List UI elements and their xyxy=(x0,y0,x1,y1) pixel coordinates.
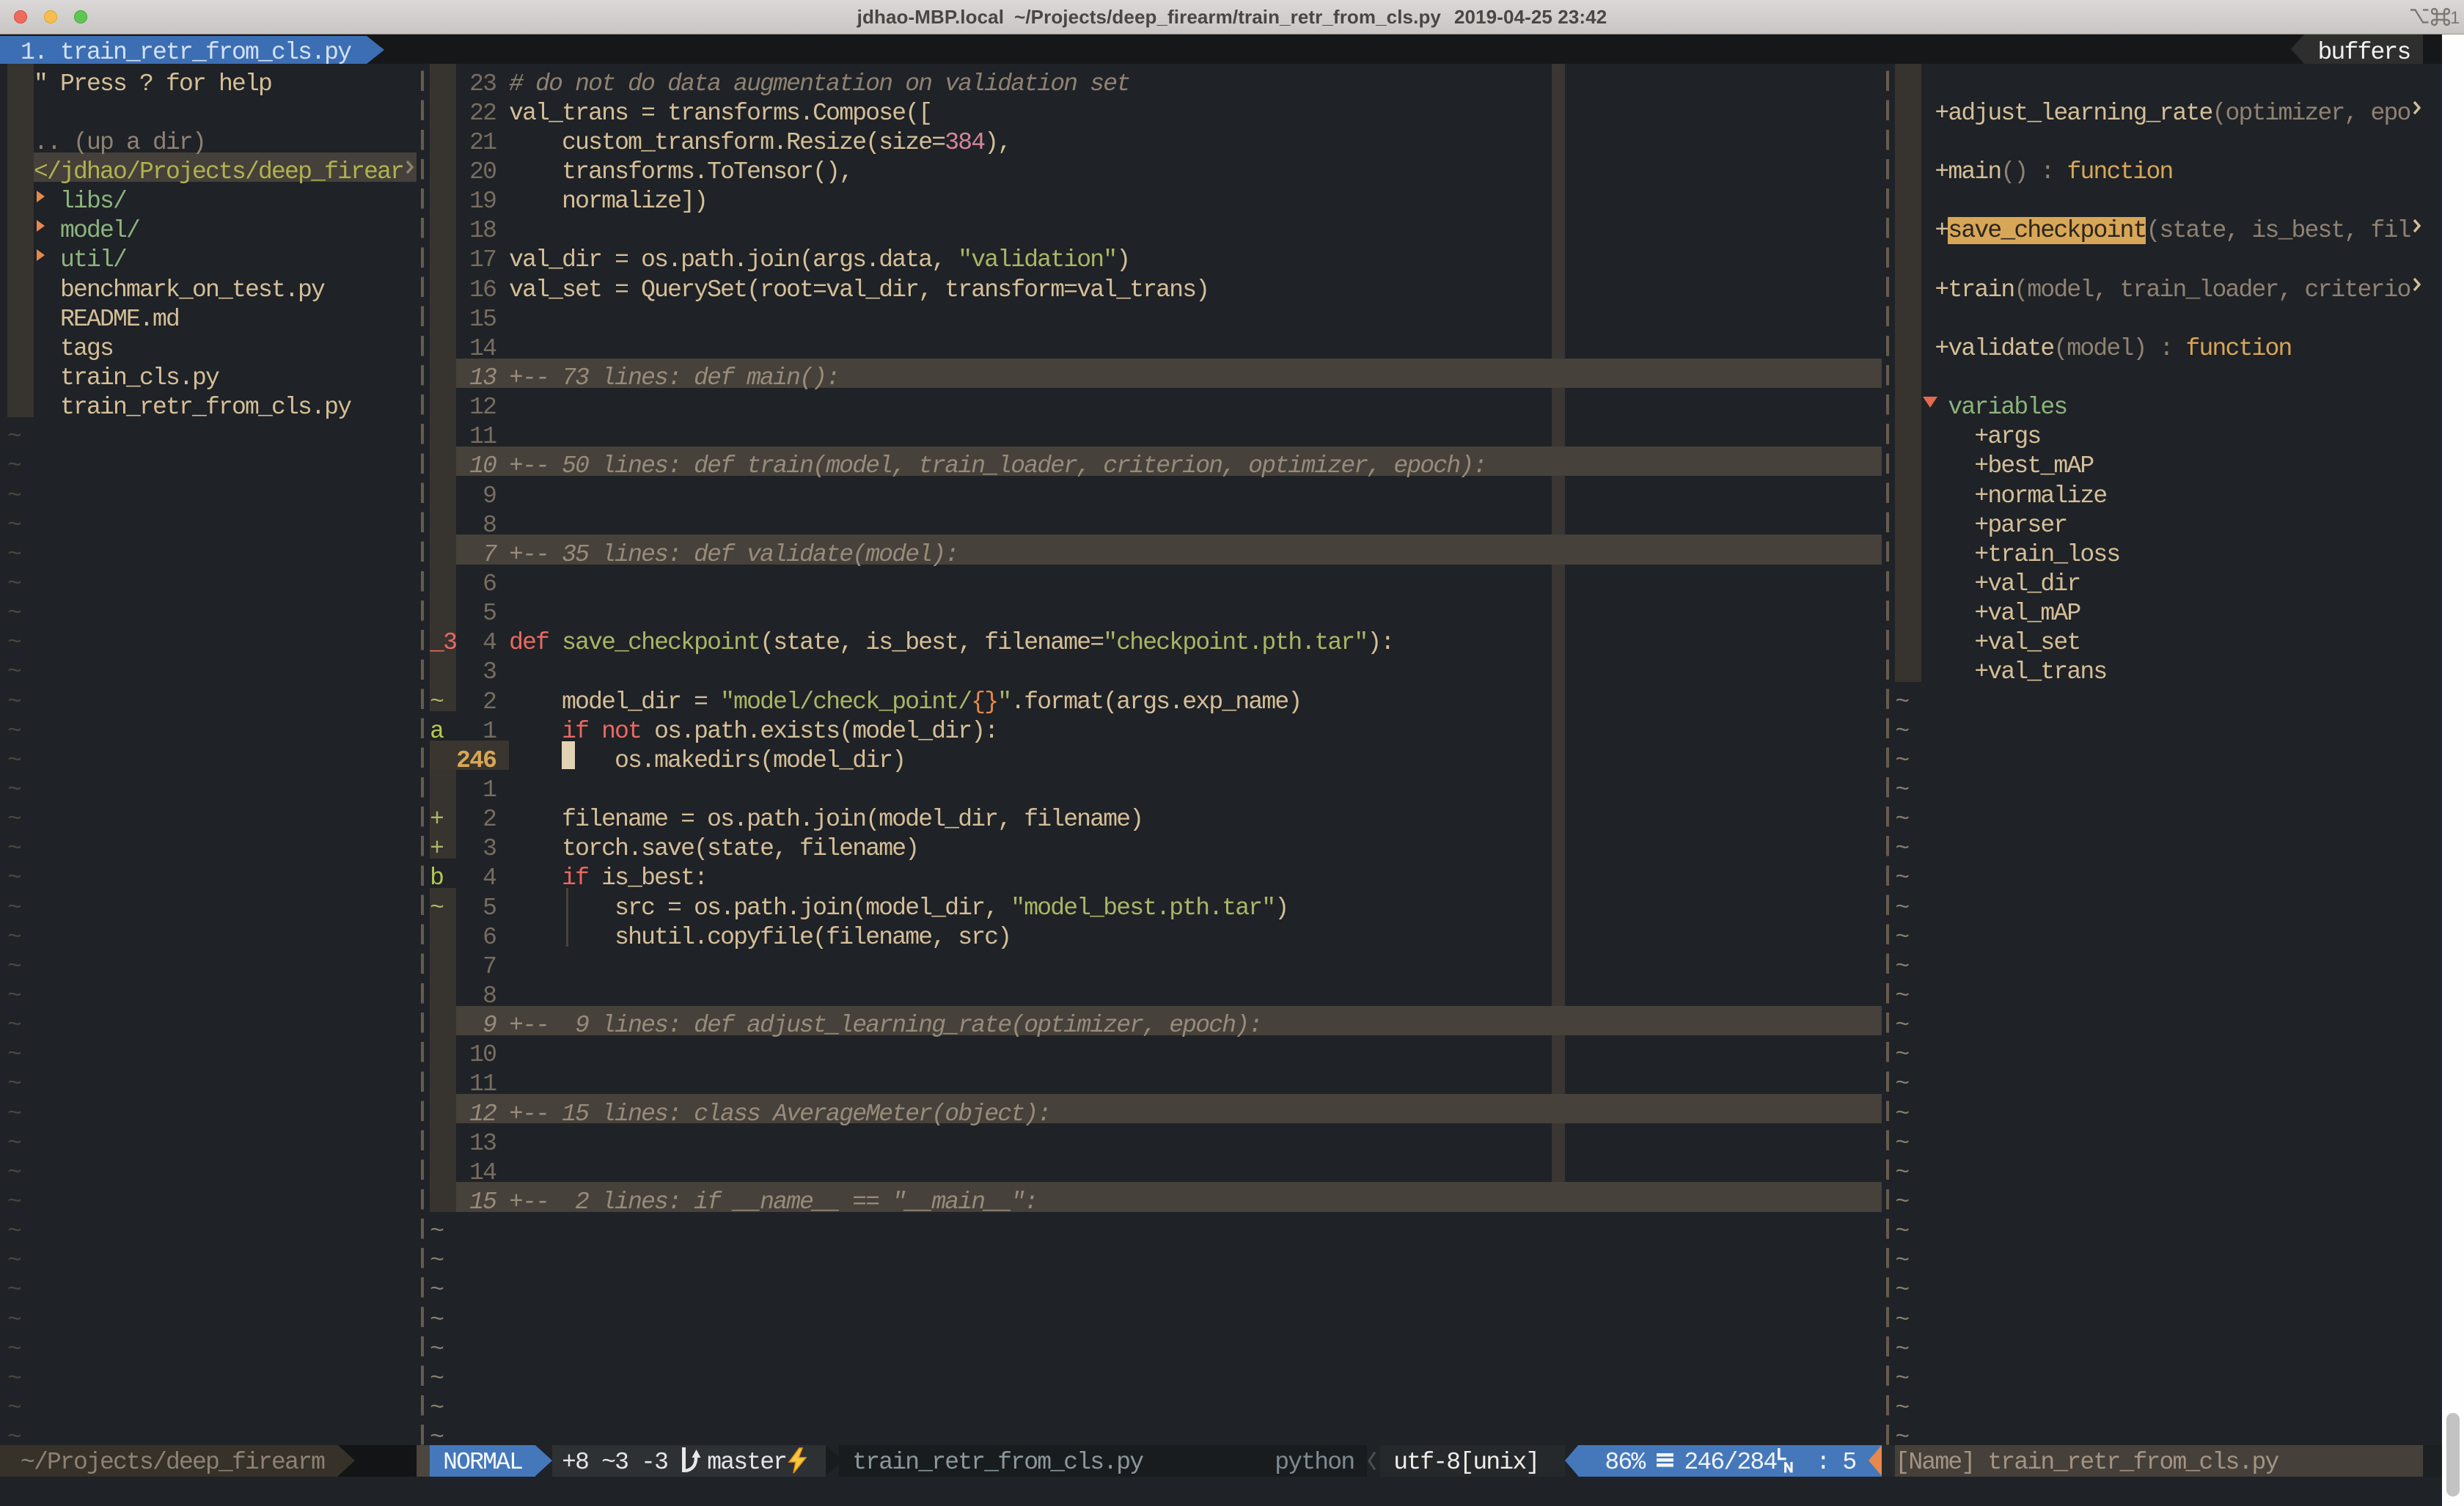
svg-text:1: 1 xyxy=(2450,8,2460,27)
